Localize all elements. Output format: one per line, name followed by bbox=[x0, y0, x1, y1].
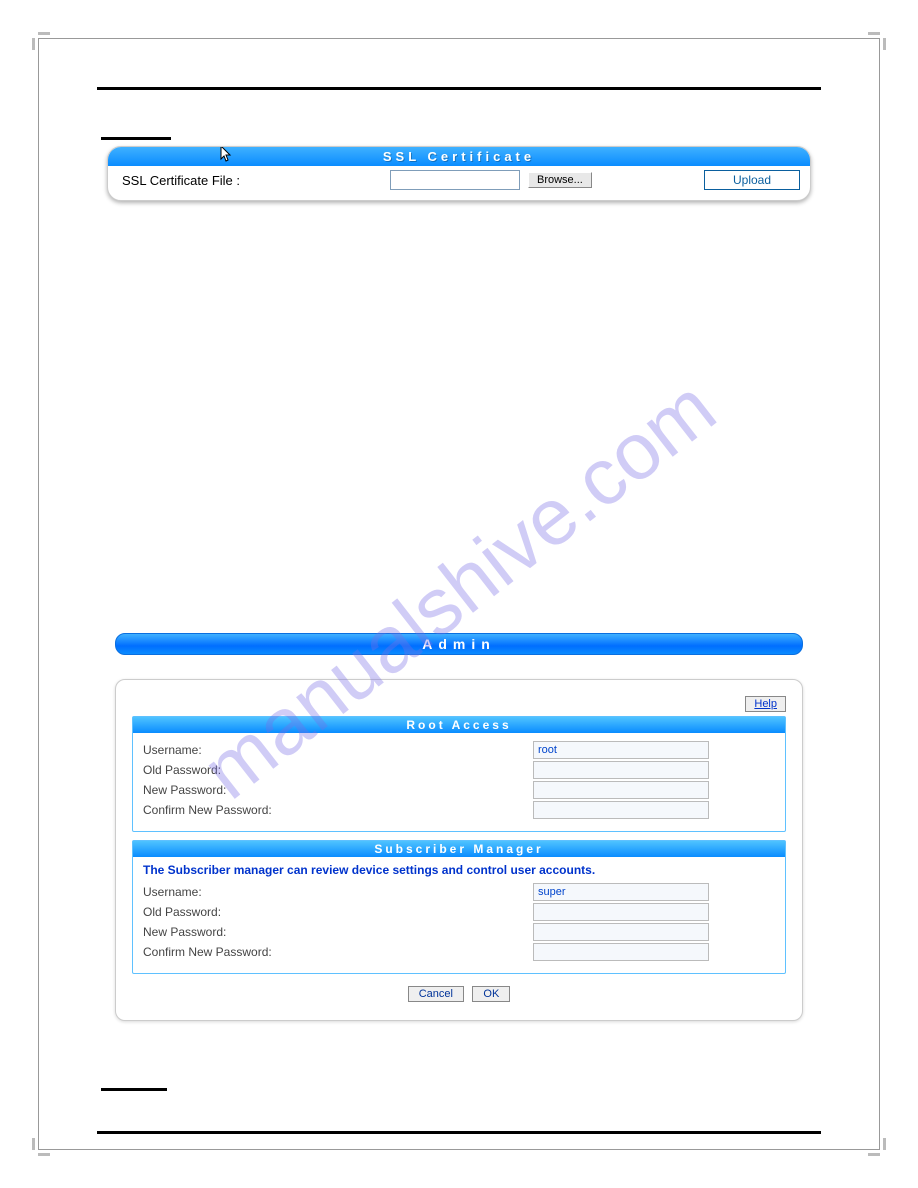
footer-heading-underline bbox=[101, 1081, 167, 1091]
sub-new-password-label: New Password: bbox=[143, 925, 533, 939]
heading-underline bbox=[101, 130, 171, 140]
ssl-file-input[interactable] bbox=[390, 170, 520, 190]
ok-button[interactable]: OK bbox=[472, 986, 510, 1002]
sub-username-input[interactable] bbox=[533, 883, 709, 901]
root-access-title: Root Access bbox=[133, 717, 785, 733]
page-frame: manualshive.com SSL Certificate SSL Cert… bbox=[38, 38, 880, 1150]
root-confirm-password-input[interactable] bbox=[533, 801, 709, 819]
root-old-password-input[interactable] bbox=[533, 761, 709, 779]
sub-old-password-label: Old Password: bbox=[143, 905, 533, 919]
sub-confirm-password-label: Confirm New Password: bbox=[143, 945, 533, 959]
ssl-certificate-panel: SSL Certificate SSL Certificate File : B… bbox=[107, 146, 811, 201]
upload-button[interactable]: Upload bbox=[704, 170, 800, 190]
sub-old-password-input[interactable] bbox=[533, 903, 709, 921]
ssl-file-label: SSL Certificate File : bbox=[122, 173, 382, 188]
header-rule bbox=[97, 87, 821, 90]
root-username-label: Username: bbox=[143, 743, 533, 757]
admin-title-bar: Admin bbox=[115, 633, 803, 655]
admin-card: Help Root Access Username: Old Password: bbox=[115, 679, 803, 1021]
root-new-password-label: New Password: bbox=[143, 783, 533, 797]
ssl-panel-title: SSL Certificate bbox=[108, 147, 810, 166]
subscriber-manager-title: Subscriber Manager bbox=[133, 841, 785, 857]
subscriber-info-text: The Subscriber manager can review device… bbox=[143, 863, 775, 877]
root-new-password-input[interactable] bbox=[533, 781, 709, 799]
subscriber-manager-section: Subscriber Manager The Subscriber manage… bbox=[132, 840, 786, 974]
help-button[interactable]: Help bbox=[745, 696, 786, 712]
sub-new-password-input[interactable] bbox=[533, 923, 709, 941]
root-username-input[interactable] bbox=[533, 741, 709, 759]
browse-button[interactable]: Browse... bbox=[528, 172, 592, 188]
root-access-section: Root Access Username: Old Password: New … bbox=[132, 716, 786, 832]
cancel-button[interactable]: Cancel bbox=[408, 986, 464, 1002]
footer-rule bbox=[97, 1131, 821, 1134]
root-old-password-label: Old Password: bbox=[143, 763, 533, 777]
sub-confirm-password-input[interactable] bbox=[533, 943, 709, 961]
sub-username-label: Username: bbox=[143, 885, 533, 899]
root-confirm-password-label: Confirm New Password: bbox=[143, 803, 533, 817]
